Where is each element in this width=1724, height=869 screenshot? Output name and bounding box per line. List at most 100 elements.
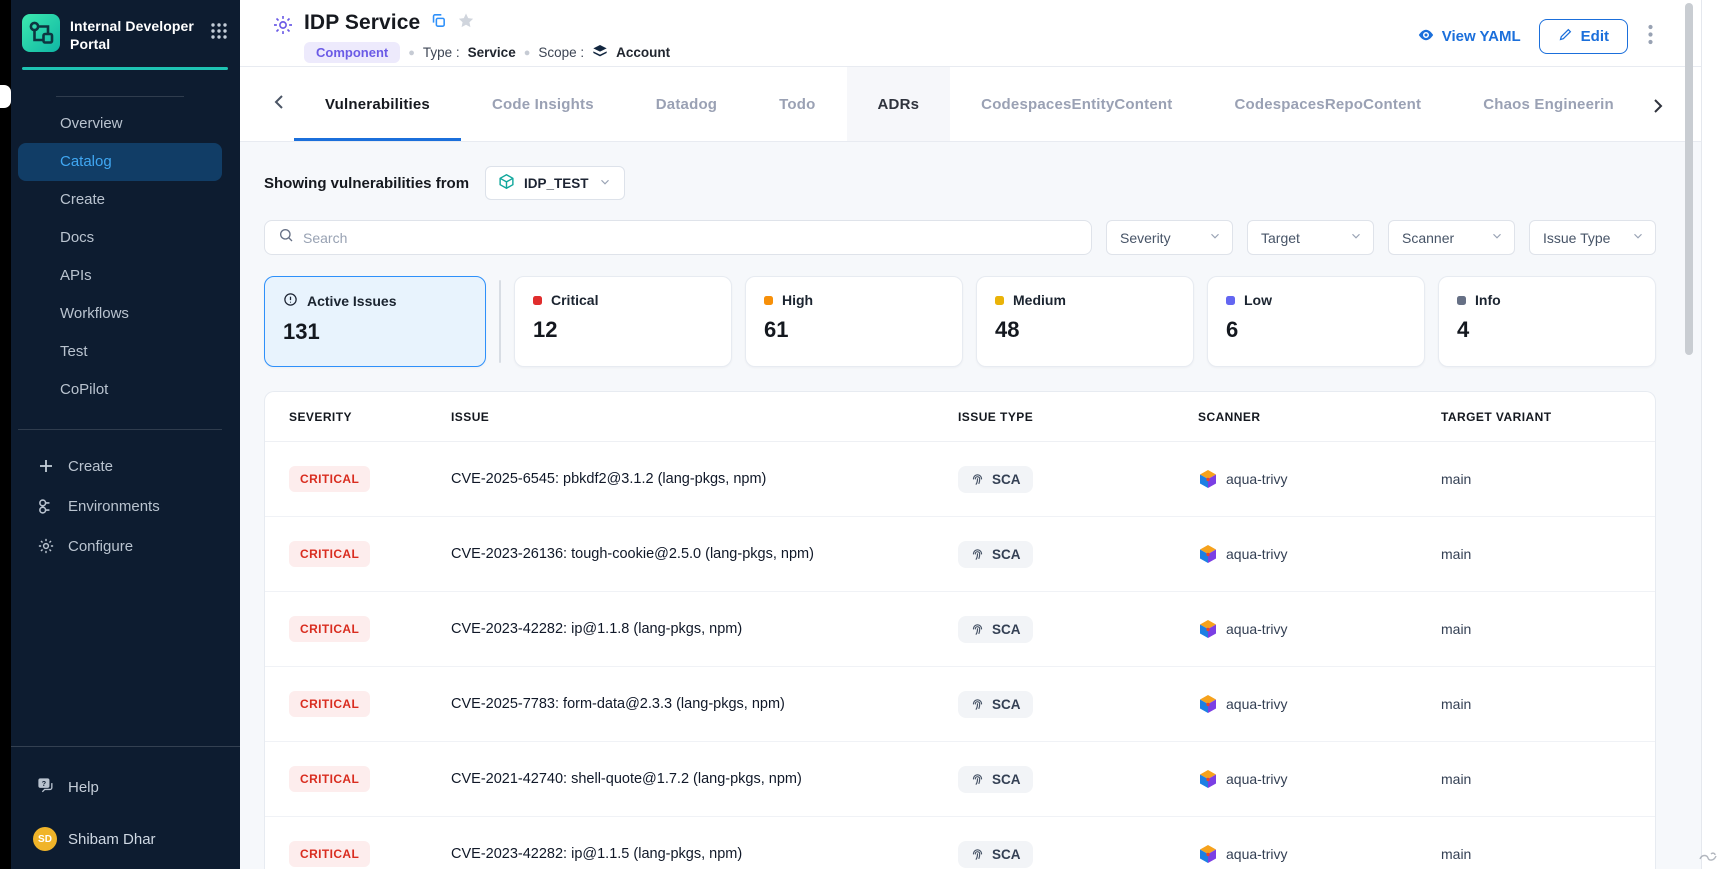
issue-text: CVE-2025-6545: pbkdf2@3.1.2 (lang-pkgs, … [451, 471, 958, 487]
tab-chaos-engineering[interactable]: Chaos Engineerin [1452, 67, 1645, 141]
footer-divider [0, 746, 240, 747]
sidebar-item-apis[interactable]: APIs [18, 257, 222, 295]
info-icon [283, 292, 298, 310]
filter-target[interactable]: Target [1247, 220, 1374, 255]
dot-separator: ● [408, 47, 415, 59]
trivy-icon [1198, 544, 1218, 564]
issue-type-chip: SCA [958, 466, 1033, 493]
sidebar-item-workflows[interactable]: Workflows [18, 295, 222, 333]
view-yaml-link[interactable]: View YAML [1417, 26, 1521, 48]
card-label: Active Issues [307, 293, 397, 309]
table-row[interactable]: CRITICAL CVE-2023-26136: tough-cookie@2.… [265, 517, 1655, 592]
sidebar-item-catalog[interactable]: Catalog [18, 143, 222, 181]
severity-badge: CRITICAL [289, 616, 370, 642]
search-input[interactable] [303, 230, 1078, 246]
package-cube-icon [498, 173, 515, 193]
copy-icon[interactable] [430, 12, 447, 34]
table-row[interactable]: CRITICAL CVE-2023-42282: ip@1.1.5 (lang-… [265, 817, 1655, 869]
avatar: SD [33, 827, 57, 851]
card-label: Medium [1013, 292, 1066, 308]
chevron-down-icon [1631, 229, 1645, 246]
filter-scanner[interactable]: Scanner [1388, 220, 1515, 255]
layers-icon [592, 43, 608, 62]
sidebar-item-environments[interactable]: Environments [0, 486, 240, 526]
sidebar-item-configure[interactable]: Configure [0, 526, 240, 566]
favorite-star-icon[interactable] [457, 12, 475, 35]
target-variant: main [1441, 696, 1631, 712]
card-label: High [782, 292, 813, 308]
scanner-cell: aqua-trivy [1198, 619, 1441, 639]
tab-codespaces-entity-content[interactable]: CodespacesEntityContent [950, 67, 1203, 141]
sidebar-item-create-action[interactable]: Create [0, 446, 240, 486]
apps-grid-icon[interactable] [210, 14, 228, 45]
tabs-scroll-left-icon[interactable] [264, 89, 294, 120]
search-icon [278, 227, 294, 248]
sidebar-item-test[interactable]: Test [18, 333, 222, 371]
tab-todo[interactable]: Todo [748, 67, 846, 141]
card-medium[interactable]: Medium 48 [976, 276, 1194, 367]
environments-icon [36, 497, 55, 516]
table-header-row: SEVERITY ISSUE ISSUE TYPE SCANNER TARGET… [265, 392, 1655, 442]
card-high[interactable]: High 61 [745, 276, 963, 367]
edit-label: Edit [1581, 28, 1609, 45]
tab-code-insights[interactable]: Code Insights [461, 67, 625, 141]
low-dot-icon [1226, 296, 1235, 305]
issue-type-chip: SCA [958, 616, 1033, 643]
card-active-issues[interactable]: Active Issues 131 [264, 276, 486, 367]
filter-label: Severity [1120, 230, 1171, 246]
vulnerabilities-panel: Showing vulnerabilities from IDP_TEST [240, 142, 1701, 869]
kind-chip: Component [304, 42, 400, 63]
sidebar-item-label: Create [68, 458, 113, 475]
brand-title: Internal Developer Portal [70, 14, 200, 53]
svg-text:?: ? [42, 779, 46, 787]
nav-divider [18, 429, 222, 430]
target-variant: main [1441, 846, 1631, 862]
table-row[interactable]: CRITICAL CVE-2025-6545: pbkdf2@3.1.2 (la… [265, 442, 1655, 517]
help-chat-icon: ? [36, 776, 55, 799]
table-row[interactable]: CRITICAL CVE-2023-42282: ip@1.1.8 (lang-… [265, 592, 1655, 667]
scanner-cell: aqua-trivy [1198, 769, 1441, 789]
issue-text: CVE-2021-42740: shell-quote@1.7.2 (lang-… [451, 771, 958, 787]
search-box [264, 220, 1092, 255]
card-info[interactable]: Info 4 [1438, 276, 1656, 367]
fingerprint-icon [970, 547, 985, 562]
dot-separator: ● [524, 47, 531, 59]
target-variant: main [1441, 771, 1631, 787]
severity-badge: CRITICAL [289, 466, 370, 492]
sidebar-item-create[interactable]: Create [18, 181, 222, 219]
scope-label: Scope : [538, 45, 584, 60]
tab-codespaces-repo-content[interactable]: CodespacesRepoContent [1203, 67, 1452, 141]
filter-severity[interactable]: Severity [1106, 220, 1233, 255]
vertical-scrollbar[interactable] [1685, 3, 1693, 355]
table-row[interactable]: CRITICAL CVE-2021-42740: shell-quote@1.7… [265, 742, 1655, 817]
help-button[interactable]: ? Help [0, 765, 240, 809]
tabs-scroll-right-icon[interactable] [1643, 93, 1673, 124]
sidebar-item-overview[interactable]: Overview [18, 105, 222, 143]
tab-datadog[interactable]: Datadog [625, 67, 748, 141]
entity-meta: Component ● Type : Service ● Scope : Acc… [304, 42, 670, 63]
issue-type-chip: SCA [958, 766, 1033, 793]
showing-label: Showing vulnerabilities from [264, 175, 469, 192]
card-count: 6 [1226, 317, 1406, 343]
issue-type-chip: SCA [958, 541, 1033, 568]
tab-vulnerabilities[interactable]: Vulnerabilities [294, 67, 461, 141]
table-row[interactable]: CRITICAL CVE-2025-7783: form-data@2.3.3 … [265, 667, 1655, 742]
sidebar-item-label: Configure [68, 538, 133, 555]
page-title: IDP Service [304, 11, 420, 35]
user-menu[interactable]: SD Shibam Dhar [0, 819, 240, 859]
filter-issue-type[interactable]: Issue Type [1529, 220, 1656, 255]
edit-button[interactable]: Edit [1539, 19, 1628, 54]
scanner-cell: aqua-trivy [1198, 844, 1441, 864]
sidebar-item-copilot[interactable]: CoPilot [18, 371, 222, 409]
project-selector[interactable]: IDP_TEST [485, 166, 625, 200]
sidebar-item-docs[interactable]: Docs [18, 219, 222, 257]
cursor-artifact [1698, 845, 1718, 868]
fingerprint-icon [970, 697, 985, 712]
info-dot-icon [1457, 296, 1466, 305]
tab-adrs[interactable]: ADRs [847, 67, 951, 141]
more-options-kebab-icon[interactable] [1646, 20, 1655, 54]
filter-label: Issue Type [1543, 230, 1610, 246]
chevron-down-icon [598, 175, 612, 192]
card-low[interactable]: Low 6 [1207, 276, 1425, 367]
card-critical[interactable]: Critical 12 [514, 276, 732, 367]
